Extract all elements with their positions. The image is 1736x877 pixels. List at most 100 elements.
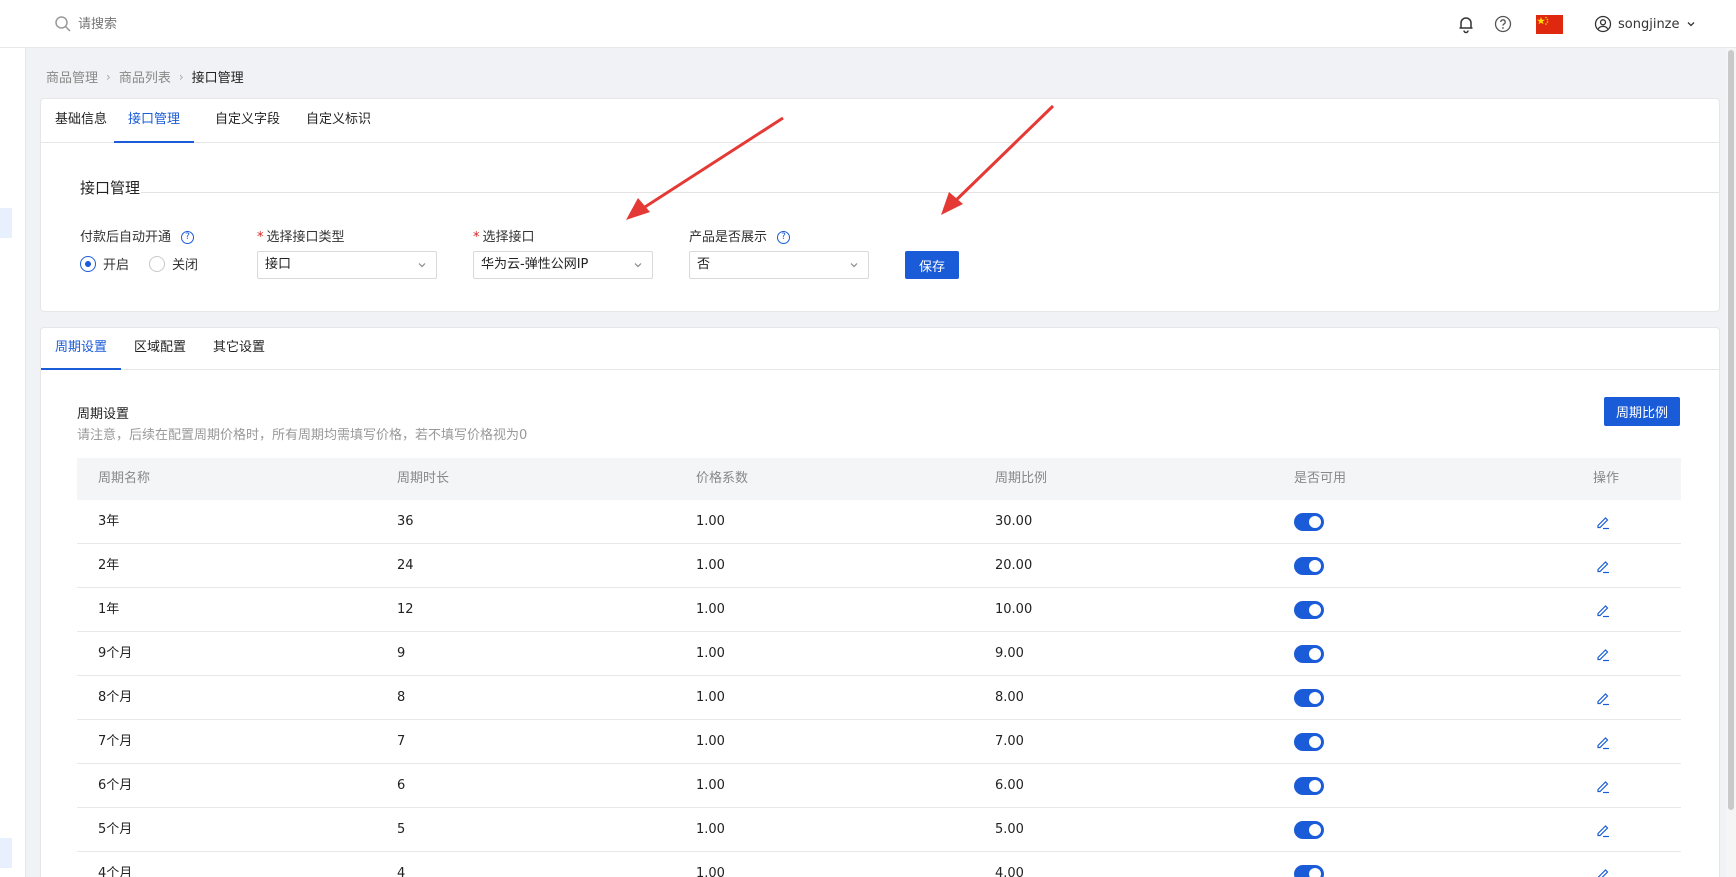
period-note: 请注意，后续在配置周期价格时，所有周期均需填写价格，若不填写价格视为0 [77,428,528,443]
cell-duration: 24 [397,558,414,573]
cell-duration: 9 [397,646,406,661]
radio-dot [149,255,165,272]
radio-label: 开启 [103,258,130,273]
period-table: 周期名称 周期时长 价格系数 周期比例 是否可用 操作 3年 36 1.00 30.0… [77,458,1681,877]
cell-duration: 5 [397,822,406,837]
tab-other-settings[interactable]: 其它设置 [213,328,265,370]
breadcrumb-separator: › [178,69,184,84]
radio-disable[interactable]: 关闭 [149,254,198,273]
tab-period-settings[interactable]: 周期设置 [41,328,122,370]
chevron-down-icon [634,263,642,268]
table-row: 7个月 7 1.00 7.00 [77,720,1681,764]
search-icon [55,16,71,32]
page-scrollbar[interactable] [1726,48,1736,877]
user-circle-icon [1594,15,1612,33]
section-divider [141,192,1719,193]
cell-coef: 1.00 [696,734,725,749]
interface-label: * 选择接口 [473,230,535,245]
edit-icon[interactable] [1595,822,1611,838]
cell-name: 2年 [98,558,120,573]
cell-ratio: 6.00 [995,778,1024,793]
cell-name: 5个月 [98,822,133,837]
cell-coef: 1.00 [696,514,725,529]
availability-toggle[interactable] [1294,733,1324,751]
interface-select[interactable]: 华为云-弹性公网IP [473,251,653,279]
edit-icon[interactable] [1595,866,1611,877]
cell-ratio: 9.00 [995,646,1024,661]
help-circle-icon[interactable] [1493,14,1513,34]
availability-toggle[interactable] [1294,777,1324,795]
chevron-down-icon [1687,22,1694,27]
tab-basic-info[interactable]: 基础信息 [55,99,107,143]
table-row: 9个月 9 1.00 9.00 [77,632,1681,676]
period-card: 周期设置 区域配置 其它设置 周期设置 请注意，后续在配置周期价格时，所有周期均… [40,327,1720,877]
radio-enable[interactable]: 开启 [80,254,129,273]
scrollbar-thumb[interactable] [1728,50,1734,810]
cell-ratio: 8.00 [995,690,1024,705]
user-menu[interactable]: songjinze [1594,13,1696,35]
cell-name: 3年 [98,514,120,529]
availability-toggle[interactable] [1294,513,1324,531]
help-icon[interactable]: ? [181,231,195,244]
product-display-label: 产品是否展示? [689,226,791,245]
auto-open-label: 付款后自动开通? [80,226,195,245]
cell-coef: 1.00 [696,646,725,661]
help-icon[interactable]: ? [777,231,791,244]
availability-toggle[interactable] [1294,557,1324,575]
edit-icon[interactable] [1595,734,1611,750]
interface-label-text: 选择接口 [482,230,535,245]
cell-coef: 1.00 [696,602,725,617]
sidebar-active-marker [0,838,12,868]
china-flag-icon[interactable] [1536,15,1563,34]
section-title: 接口管理 [80,179,141,197]
tab-custom-tags[interactable]: 自定义标识 [306,99,371,143]
availability-toggle[interactable] [1294,689,1324,707]
cell-coef: 1.00 [696,778,725,793]
edit-icon[interactable] [1595,514,1611,530]
availability-toggle[interactable] [1294,865,1324,877]
chevron-down-icon [418,263,426,268]
edit-icon[interactable] [1595,646,1611,662]
availability-toggle[interactable] [1294,821,1324,839]
edit-icon[interactable] [1595,602,1611,618]
product-display-label-text: 产品是否展示 [689,230,768,245]
search-input[interactable] [78,12,378,36]
table-row: 6个月 6 1.00 6.00 [77,764,1681,808]
sidebar-active-marker [0,208,12,238]
username: songjinze [1618,16,1680,32]
tab-region-config[interactable]: 区域配置 [134,328,186,370]
edit-icon[interactable] [1595,558,1611,574]
cell-ratio: 10.00 [995,602,1033,617]
cell-coef: 1.00 [696,822,725,837]
column-header: 周期名称 [98,471,151,486]
tab-interface-management[interactable]: 接口管理 [114,99,195,143]
chevron-down-icon [850,263,858,268]
cell-duration: 12 [397,602,414,617]
product-display-select[interactable]: 否 [689,251,869,279]
availability-toggle[interactable] [1294,645,1324,663]
cell-duration: 36 [397,514,414,529]
edit-icon[interactable] [1595,690,1611,706]
edit-icon[interactable] [1595,778,1611,794]
breadcrumb-item[interactable]: 商品列表 [119,67,171,86]
table-row: 1年 12 1.00 10.00 [77,588,1681,632]
column-header: 价格系数 [696,471,749,486]
bell-icon[interactable] [1456,14,1476,34]
cell-name: 1年 [98,602,120,617]
availability-toggle[interactable] [1294,601,1324,619]
breadcrumb-separator: › [106,69,111,84]
top-tabs: 基础信息 接口管理 自定义字段 自定义标识 [41,99,1719,143]
cell-name: 4个月 [98,866,133,877]
table-row: 2年 24 1.00 20.00 [77,544,1681,588]
breadcrumb: 商品管理 › 商品列表 › 接口管理 [46,67,244,87]
table-row: 5个月 5 1.00 5.00 [77,808,1681,852]
column-header: 是否可用 [1294,471,1347,486]
interface-type-select[interactable]: 接口 [257,251,437,279]
tab-custom-fields[interactable]: 自定义字段 [215,99,280,143]
cell-duration: 4 [397,866,406,877]
sidebar-collapsed [0,48,26,877]
breadcrumb-item[interactable]: 商品管理 [46,67,98,86]
cell-duration: 8 [397,690,406,705]
period-ratio-button[interactable]: 周期比例 [1604,397,1680,426]
save-button[interactable]: 保存 [905,251,959,279]
